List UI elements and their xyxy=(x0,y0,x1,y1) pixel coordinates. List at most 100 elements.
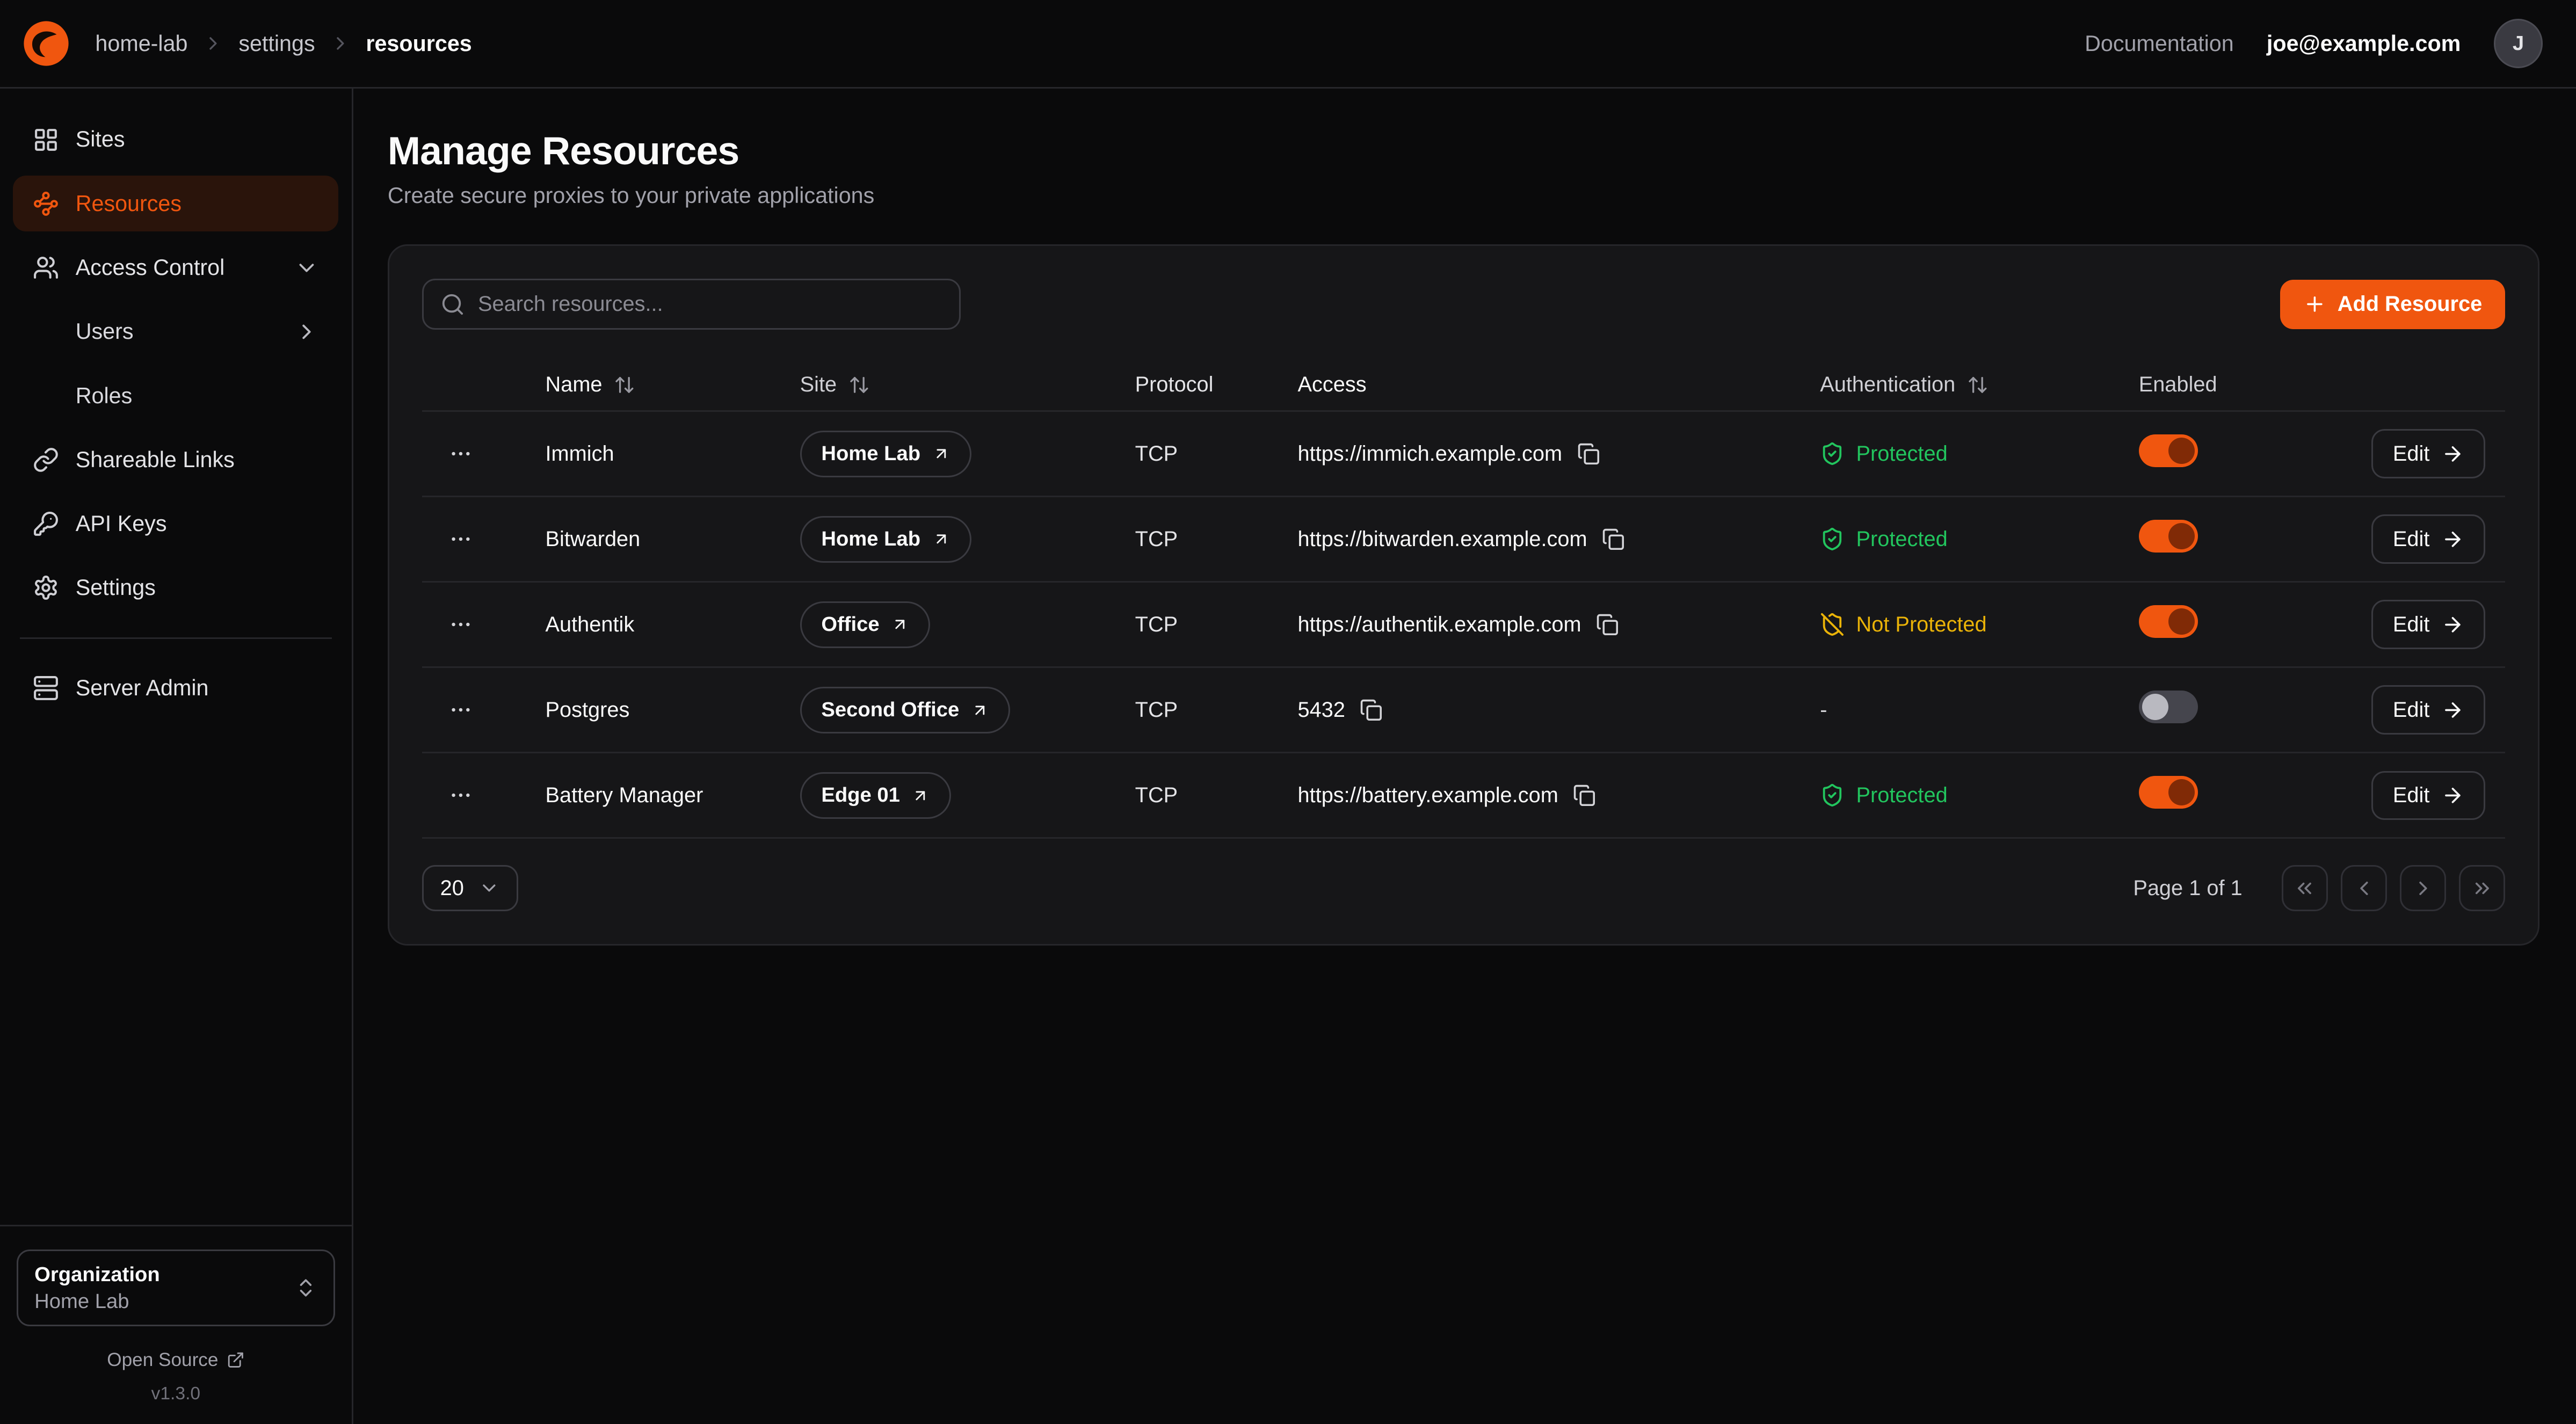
sort-site-header[interactable]: Site xyxy=(800,373,1135,397)
sidebar-item-roles[interactable]: Roles xyxy=(13,368,338,424)
next-page-button[interactable] xyxy=(2400,865,2446,911)
page-size-value: 20 xyxy=(440,876,464,900)
sort-authentication-header[interactable]: Authentication xyxy=(1820,373,2138,397)
sidebar: Sites Resources Access Control Users Rol… xyxy=(0,89,353,1424)
chevron-left-icon xyxy=(2353,877,2376,900)
row-menu-button[interactable] xyxy=(448,612,473,637)
auth-status: Protected xyxy=(1820,783,2138,808)
site-link[interactable]: Second Office xyxy=(800,687,1010,733)
edit-button[interactable]: Edit xyxy=(2371,771,2485,820)
shield-off-icon xyxy=(1820,612,1845,637)
sidebar-item-shareable-links[interactable]: Shareable Links xyxy=(13,432,338,488)
ellipsis-icon xyxy=(448,698,473,722)
org-switcher[interactable]: Organization Home Lab xyxy=(17,1249,336,1326)
pagination-controls: Page 1 of 1 xyxy=(2133,865,2505,911)
site-name: Home Lab xyxy=(821,527,920,551)
sidebar-item-api-keys[interactable]: API Keys xyxy=(13,496,338,552)
search-box xyxy=(422,279,961,330)
site-link[interactable]: Office xyxy=(800,601,931,648)
ellipsis-icon xyxy=(448,527,473,551)
edit-button[interactable]: Edit xyxy=(2371,685,2485,735)
auth-status: - xyxy=(1820,698,2138,722)
access-url: https://bitwarden.example.com xyxy=(1298,527,1587,551)
breadcrumb-org-link[interactable]: home-lab xyxy=(95,31,187,56)
toggle-knob xyxy=(2142,694,2168,720)
enabled-toggle[interactable] xyxy=(2139,520,2198,553)
version-label: v1.3.0 xyxy=(17,1384,336,1404)
user-avatar[interactable]: J xyxy=(2494,19,2543,68)
table-row: Immich Home Lab TCP https://immich.examp… xyxy=(422,412,2505,497)
site-link[interactable]: Home Lab xyxy=(800,516,971,563)
page-size-select[interactable]: 20 xyxy=(422,865,518,911)
first-page-button[interactable] xyxy=(2282,865,2328,911)
arrow-right-icon xyxy=(2441,442,2464,466)
chevron-right-icon xyxy=(2412,877,2435,900)
arrow-up-right-icon xyxy=(891,615,909,634)
copy-button[interactable] xyxy=(1602,528,1625,551)
breadcrumb-settings-link[interactable]: settings xyxy=(238,31,315,56)
last-page-button[interactable] xyxy=(2459,865,2505,911)
shield-check-icon xyxy=(1820,441,1845,466)
shield-check-icon xyxy=(1820,783,1845,808)
row-menu-button[interactable] xyxy=(448,698,473,722)
chevrons-left-icon xyxy=(2293,877,2316,900)
ellipsis-icon xyxy=(448,783,473,808)
sidebar-item-access-control[interactable]: Access Control xyxy=(13,240,338,296)
edit-button[interactable]: Edit xyxy=(2371,429,2485,478)
toggle-knob xyxy=(2168,608,2195,635)
copy-button[interactable] xyxy=(1596,613,1619,636)
auth-status: Protected xyxy=(1820,441,2138,466)
copy-button[interactable] xyxy=(1360,699,1383,722)
org-switcher-value: Home Lab xyxy=(34,1290,160,1313)
server-icon xyxy=(33,675,59,701)
sidebar-item-resources[interactable]: Resources xyxy=(13,176,338,231)
toggle-knob xyxy=(2168,523,2195,549)
column-label: Authentication xyxy=(1820,373,1955,397)
resource-name: Authentik xyxy=(546,613,800,637)
copy-icon xyxy=(1577,442,1600,466)
auth-status: Not Protected xyxy=(1820,612,2138,637)
open-source-link[interactable]: Open Source xyxy=(17,1349,336,1371)
site-link[interactable]: Edge 01 xyxy=(800,772,951,819)
enabled-toggle[interactable] xyxy=(2139,605,2198,638)
edit-button[interactable]: Edit xyxy=(2371,600,2485,649)
edit-label: Edit xyxy=(2393,527,2430,551)
arrow-right-icon xyxy=(2441,784,2464,807)
column-label: Name xyxy=(546,373,603,397)
avatar-initial: J xyxy=(2513,32,2524,55)
sidebar-item-server-admin[interactable]: Server Admin xyxy=(13,660,338,716)
prev-page-button[interactable] xyxy=(2341,865,2387,911)
edit-label: Edit xyxy=(2393,783,2430,808)
protocol-column-header: Protocol xyxy=(1135,373,1298,397)
chevron-right-icon xyxy=(202,33,224,54)
toggle-knob xyxy=(2168,438,2195,464)
ellipsis-icon xyxy=(448,441,473,466)
sidebar-item-settings[interactable]: Settings xyxy=(13,560,338,616)
chevron-right-icon xyxy=(294,319,319,344)
copy-button[interactable] xyxy=(1573,784,1596,807)
sort-name-header[interactable]: Name xyxy=(546,373,800,397)
link-icon xyxy=(33,447,59,473)
site-name: Edge 01 xyxy=(821,783,900,807)
chevron-down-icon xyxy=(294,256,319,280)
row-menu-button[interactable] xyxy=(448,783,473,808)
app-root: home-lab settings resources Documentatio… xyxy=(0,0,2576,1424)
search-input[interactable] xyxy=(478,292,943,316)
enabled-toggle[interactable] xyxy=(2139,776,2198,809)
enabled-toggle[interactable] xyxy=(2139,434,2198,467)
sidebar-item-sites[interactable]: Sites xyxy=(13,112,338,168)
documentation-link[interactable]: Documentation xyxy=(2085,31,2234,56)
row-menu-button[interactable] xyxy=(448,527,473,551)
table-header-row: Name Site Protocol Access Authentication xyxy=(422,359,2505,412)
table-row: Postgres Second Office TCP 5432 - Edit xyxy=(422,668,2505,753)
row-menu-button[interactable] xyxy=(448,441,473,466)
sidebar-item-users[interactable]: Users xyxy=(13,304,338,360)
edit-button[interactable]: Edit xyxy=(2371,514,2485,564)
enabled-toggle[interactable] xyxy=(2139,691,2198,723)
copy-button[interactable] xyxy=(1577,442,1600,466)
app-logo[interactable] xyxy=(13,11,78,76)
site-link[interactable]: Home Lab xyxy=(800,431,971,477)
edit-label: Edit xyxy=(2393,613,2430,637)
add-resource-button[interactable]: Add Resource xyxy=(2280,280,2505,329)
resource-name: Immich xyxy=(546,442,800,466)
